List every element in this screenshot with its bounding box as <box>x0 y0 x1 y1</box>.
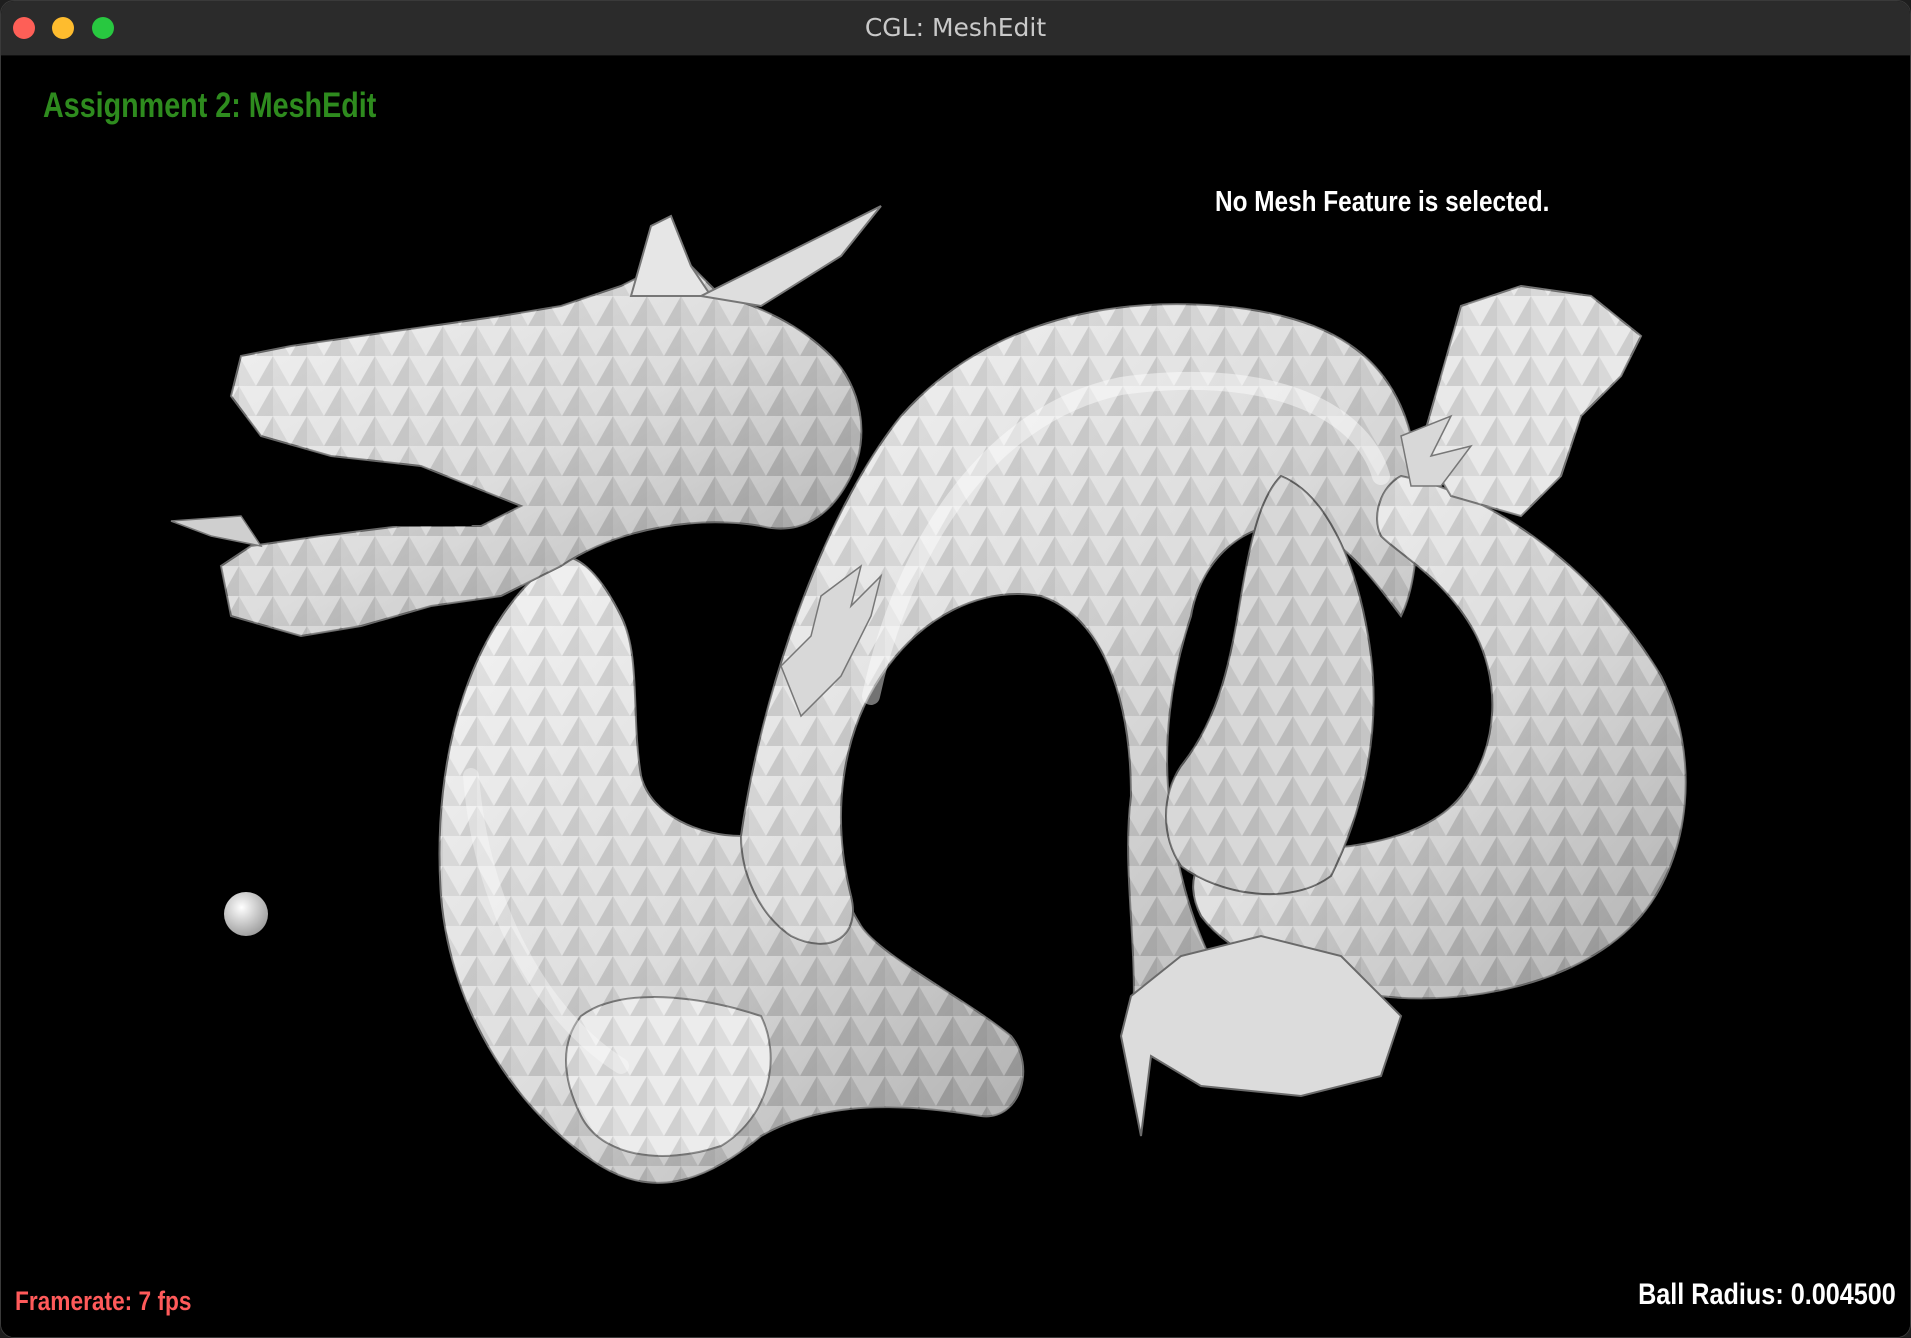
assignment-title: Assignment 2: MeshEdit <box>43 86 377 125</box>
dragon-mesh[interactable] <box>1 56 1911 1338</box>
dragon-whisker <box>170 515 263 548</box>
app-window: CGL: MeshEdit Assignment 2: MeshEdit No … <box>0 0 1911 1338</box>
framerate-readout: Framerate: 7 fps <box>15 1286 192 1316</box>
dragon-horn <box>697 205 882 308</box>
window-title: CGL: MeshEdit <box>864 13 1047 42</box>
dragon-horn <box>629 214 713 297</box>
cursor-ball <box>224 892 268 936</box>
ball-radius-readout: Ball Radius: 0.004500 <box>1638 1278 1896 1311</box>
selection-status: No Mesh Feature is selected. <box>1215 186 1550 218</box>
mesh-viewport[interactable]: Assignment 2: MeshEdit No Mesh Feature i… <box>1 56 1911 1338</box>
title-bar[interactable]: CGL: MeshEdit <box>1 1 1910 56</box>
